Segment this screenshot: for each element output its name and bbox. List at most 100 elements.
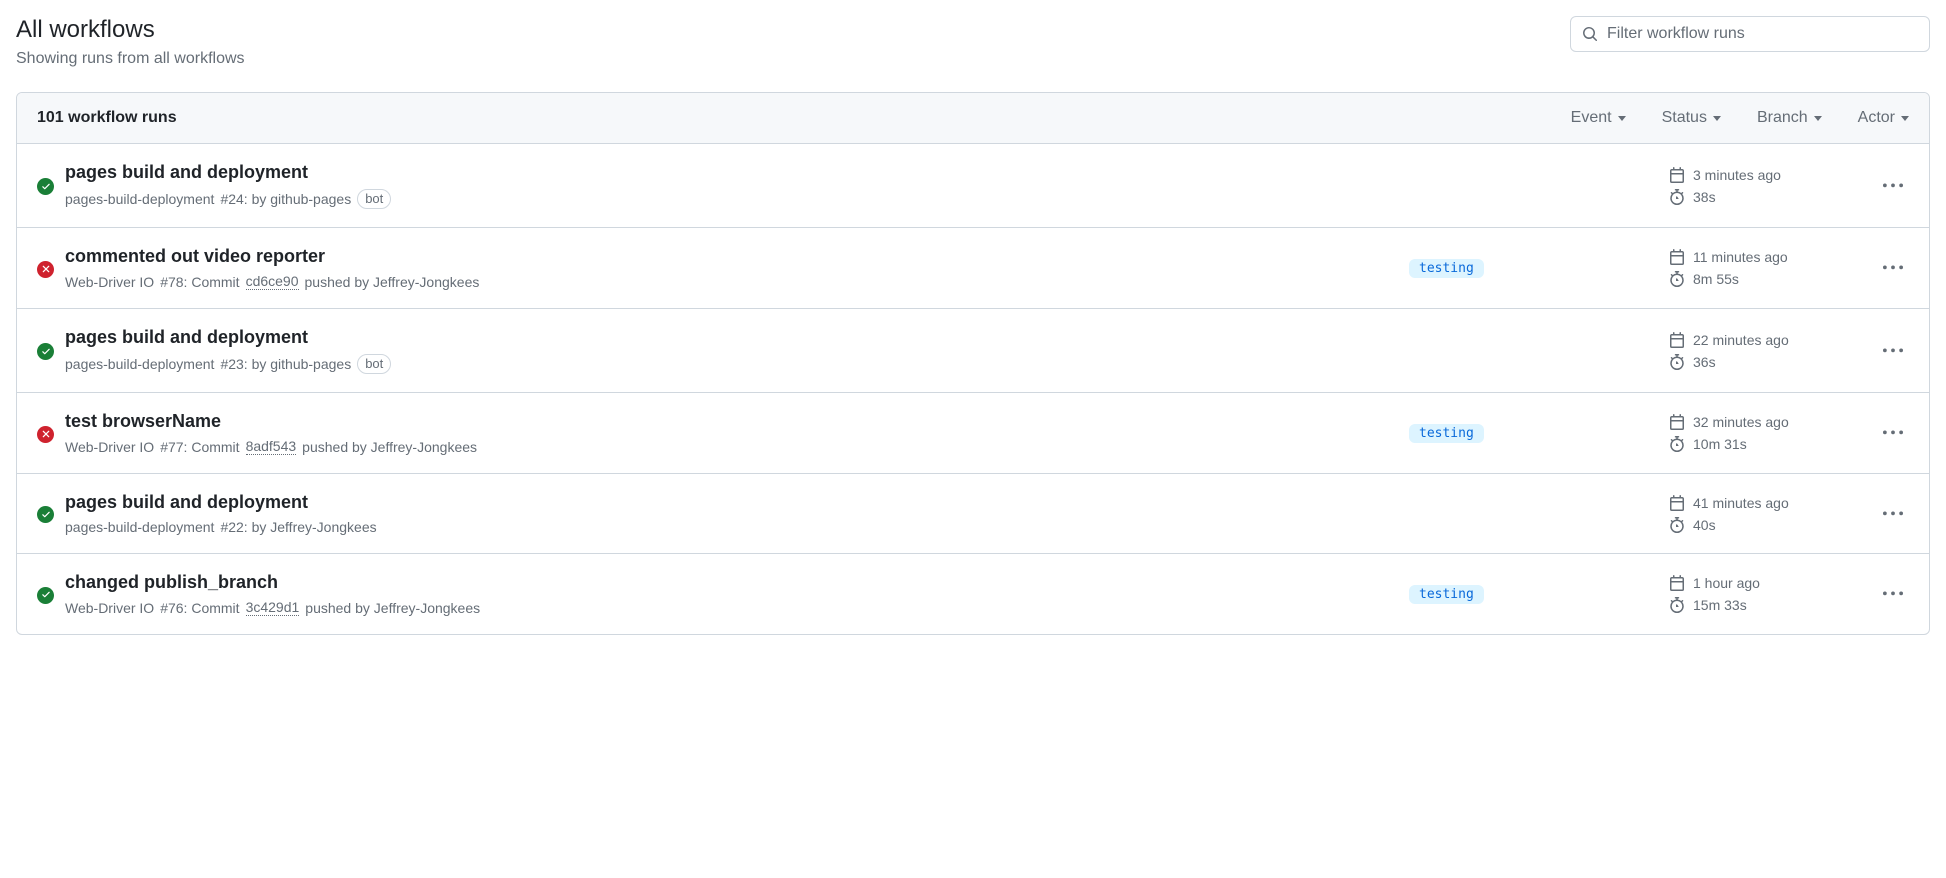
time-column: 3 minutes ago 38s xyxy=(1669,167,1869,205)
stopwatch-icon xyxy=(1669,354,1685,370)
stopwatch-icon xyxy=(1669,271,1685,287)
run-duration-text: 10m 31s xyxy=(1693,436,1747,452)
run-number-text: #23: by github-pages xyxy=(220,356,351,372)
run-timestamp-text: 22 minutes ago xyxy=(1693,332,1789,348)
run-timestamp-text: 3 minutes ago xyxy=(1693,167,1781,183)
calendar-icon xyxy=(1669,414,1685,430)
caret-down-icon xyxy=(1713,116,1721,121)
run-duration-text: 8m 55s xyxy=(1693,271,1739,287)
run-workflow-name: pages-build-deployment xyxy=(65,191,214,207)
workflow-run-row: pages build and deployment pages-build-de… xyxy=(17,474,1929,554)
commit-link[interactable]: 8adf543 xyxy=(246,438,297,455)
search-container xyxy=(1570,16,1930,52)
run-title-link[interactable]: changed publish_branch xyxy=(65,572,1409,593)
run-title-link[interactable]: commented out video reporter xyxy=(65,246,1409,267)
header-left: All workflows Showing runs from all work… xyxy=(16,16,245,68)
run-actions-menu-button[interactable] xyxy=(1877,578,1909,610)
status-failure-icon xyxy=(37,426,54,443)
status-column xyxy=(37,176,65,195)
branch-badge[interactable]: testing xyxy=(1409,424,1484,443)
list-header: 101 workflow runs Event Status Branch Ac… xyxy=(17,93,1929,144)
menu-column xyxy=(1869,335,1909,367)
run-workflow-name: pages-build-deployment xyxy=(65,519,214,535)
run-meta: pages-build-deployment#23: by github-pag… xyxy=(65,354,1409,374)
run-timestamp: 22 minutes ago xyxy=(1669,332,1869,348)
run-number-text: #22: by Jeffrey-Jongkees xyxy=(220,519,376,535)
kebab-horizontal-icon xyxy=(1883,504,1903,524)
time-column: 32 minutes ago10m 31s xyxy=(1669,414,1869,452)
stopwatch-icon xyxy=(1669,436,1685,452)
filter-actor[interactable]: Actor xyxy=(1858,109,1909,127)
stopwatch-icon xyxy=(1669,517,1685,533)
branch-badge[interactable]: testing xyxy=(1409,585,1484,604)
time-column: 41 minutes ago 40s xyxy=(1669,495,1869,533)
run-timestamp-text: 1 hour ago xyxy=(1693,575,1760,591)
time-column: 22 minutes ago 36s xyxy=(1669,332,1869,370)
run-timestamp-text: 41 minutes ago xyxy=(1693,495,1789,511)
runs-count: 101 workflow runs xyxy=(37,109,177,127)
run-meta: Web-Driver IO#76: Commit 3c429d1 pushed … xyxy=(65,599,1409,616)
calendar-icon xyxy=(1669,249,1685,265)
filter-group: Event Status Branch Actor xyxy=(1571,109,1909,127)
page-title: All workflows xyxy=(16,16,245,44)
page-header: All workflows Showing runs from all work… xyxy=(16,16,1930,68)
time-column: 1 hour ago15m 33s xyxy=(1669,575,1869,613)
commit-link[interactable]: 3c429d1 xyxy=(246,599,300,616)
run-pushed-by: pushed by Jeffrey-Jongkees xyxy=(302,439,477,455)
filter-runs-input[interactable] xyxy=(1570,16,1930,52)
workflow-run-row: test browserName Web-Driver IO #77: Commit… xyxy=(17,393,1929,474)
filter-actor-label: Actor xyxy=(1858,109,1895,127)
run-duration-text: 36s xyxy=(1693,354,1716,370)
filter-status-label: Status xyxy=(1662,109,1707,127)
caret-down-icon xyxy=(1814,116,1822,121)
run-number-text: #78: Commit xyxy=(160,274,239,290)
branch-column: testing xyxy=(1409,585,1669,604)
status-column xyxy=(37,504,65,523)
run-actions-menu-button[interactable] xyxy=(1877,335,1909,367)
run-actions-menu-button[interactable] xyxy=(1877,498,1909,530)
commit-link[interactable]: cd6ce90 xyxy=(246,273,299,290)
run-number-text: #77: Commit xyxy=(160,439,239,455)
menu-column xyxy=(1869,417,1909,449)
page-subtitle: Showing runs from all workflows xyxy=(16,50,245,68)
calendar-icon xyxy=(1669,332,1685,348)
run-pushed-by: pushed by Jeffrey-Jongkees xyxy=(305,274,480,290)
run-number-text: #24: by github-pages xyxy=(220,191,351,207)
run-actions-menu-button[interactable] xyxy=(1877,417,1909,449)
menu-column xyxy=(1869,170,1909,202)
filter-event[interactable]: Event xyxy=(1571,109,1626,127)
stopwatch-icon xyxy=(1669,189,1685,205)
caret-down-icon xyxy=(1901,116,1909,121)
kebab-horizontal-icon xyxy=(1883,584,1903,604)
run-title-link[interactable]: pages build and deployment xyxy=(65,492,1409,513)
run-workflow-name: Web-Driver IO xyxy=(65,439,154,455)
run-duration-text: 38s xyxy=(1693,189,1716,205)
run-actions-menu-button[interactable] xyxy=(1877,252,1909,284)
run-title-link[interactable]: test browserName xyxy=(65,411,1409,432)
branch-badge[interactable]: testing xyxy=(1409,259,1484,278)
run-duration: 38s xyxy=(1669,189,1869,205)
time-column: 11 minutes ago8m 55s xyxy=(1669,249,1869,287)
run-timestamp: 1 hour ago xyxy=(1669,575,1869,591)
menu-column xyxy=(1869,578,1909,610)
filter-status[interactable]: Status xyxy=(1662,109,1721,127)
run-meta: Web-Driver IO#78: Commit cd6ce90 pushed … xyxy=(65,273,1409,290)
menu-column xyxy=(1869,252,1909,284)
run-actions-menu-button[interactable] xyxy=(1877,170,1909,202)
kebab-horizontal-icon xyxy=(1883,176,1903,196)
status-failure-icon xyxy=(37,261,54,278)
filter-event-label: Event xyxy=(1571,109,1612,127)
run-duration: 8m 55s xyxy=(1669,271,1869,287)
bot-badge: bot xyxy=(357,189,391,209)
run-main-column: changed publish_branch Web-Driver IO#76: … xyxy=(65,572,1409,616)
run-title-link[interactable]: pages build and deployment xyxy=(65,327,1409,348)
filter-branch[interactable]: Branch xyxy=(1757,109,1822,127)
run-title-link[interactable]: pages build and deployment xyxy=(65,162,1409,183)
run-meta: pages-build-deployment #22: by Jeffrey-Jo… xyxy=(65,519,1409,535)
kebab-horizontal-icon xyxy=(1883,258,1903,278)
bot-badge: bot xyxy=(357,354,391,374)
menu-column xyxy=(1869,498,1909,530)
calendar-icon xyxy=(1669,167,1685,183)
run-duration-text: 40s xyxy=(1693,517,1716,533)
status-success-icon xyxy=(37,506,54,523)
